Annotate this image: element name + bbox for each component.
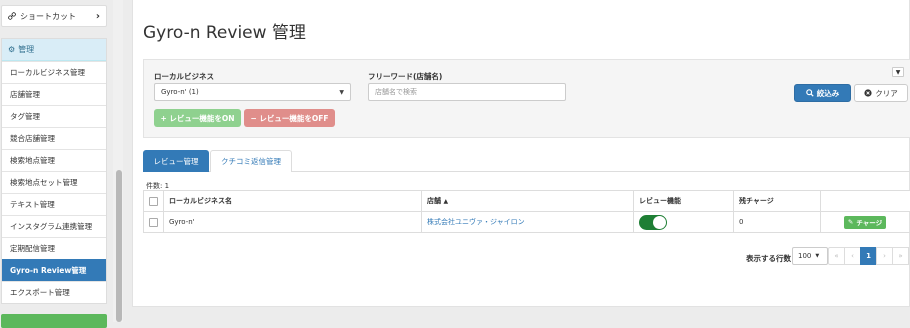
tab-kuchikomi-reply[interactable]: クチコミ返信管理 bbox=[210, 150, 292, 172]
review-table: ローカルビジネス名 店舗 ▲ レビュー機能 残チャージ Gyro-n' 株式会社… bbox=[143, 190, 910, 233]
review-toggle[interactable] bbox=[639, 215, 667, 230]
page-last-button[interactable]: » bbox=[892, 247, 909, 265]
sidebar-item-scheduled-delivery[interactable]: 定期配信管理 bbox=[2, 237, 106, 259]
sidebar-action-button[interactable] bbox=[1, 314, 107, 328]
local-business-select-value: Gyro-n' (1) bbox=[161, 88, 339, 96]
tab-review-management[interactable]: レビュー管理 bbox=[143, 150, 209, 172]
search-button[interactable]: 絞込み bbox=[794, 84, 851, 102]
row-select-cell bbox=[144, 212, 164, 233]
sidebar-item-stores[interactable]: 店舗管理 bbox=[2, 83, 106, 105]
header-local-business[interactable]: ローカルビジネス名 bbox=[164, 191, 422, 212]
sidebar-item-local-business[interactable]: ローカルビジネス管理 bbox=[2, 61, 106, 83]
sidebar-item-gyro-n-review[interactable]: Gyro-n Review管理 bbox=[2, 259, 106, 281]
header-store[interactable]: 店舗 ▲ bbox=[422, 191, 634, 212]
table-row: Gyro-n' 株式会社ユニヴァ・ジャイロン 0 ✎ チャージ bbox=[144, 212, 910, 233]
local-business-label: ローカルビジネス bbox=[154, 71, 214, 82]
sort-asc-icon: ▲ bbox=[443, 198, 448, 205]
sidebar-item-tags[interactable]: タグ管理 bbox=[2, 105, 106, 127]
pagination: « ‹ 1 › » bbox=[828, 247, 909, 265]
rows-per-page-label: 表示する行数 bbox=[746, 253, 791, 264]
rows-per-page-select[interactable]: 100 ▼ bbox=[792, 247, 828, 265]
toggle-knob bbox=[653, 216, 666, 229]
shortcut-button[interactable]: ショートカット › bbox=[1, 5, 107, 27]
clear-button-label: クリア bbox=[875, 88, 898, 99]
select-all-checkbox[interactable] bbox=[149, 197, 158, 206]
sidebar-item-instagram[interactable]: インスタグラム連携管理 bbox=[2, 215, 106, 237]
pin-icon[interactable]: ▼ bbox=[892, 67, 904, 77]
charge-button[interactable]: ✎ チャージ bbox=[844, 216, 886, 229]
freeword-input[interactable] bbox=[368, 83, 566, 101]
pencil-icon: ✎ bbox=[848, 218, 853, 226]
review-off-button[interactable]: − レビュー機能をOFF bbox=[244, 109, 335, 127]
header-store-label: 店舗 bbox=[427, 197, 441, 205]
sidebar-item-texts[interactable]: テキスト管理 bbox=[2, 193, 106, 215]
sidebar-item-search-point-sets[interactable]: 検索地点セット管理 bbox=[2, 171, 106, 193]
link-icon bbox=[8, 12, 16, 20]
cell-review-feature bbox=[634, 212, 734, 233]
caret-down-icon: ▼ bbox=[815, 253, 819, 259]
search-button-label: 絞込み bbox=[817, 88, 840, 99]
select-all-cell bbox=[144, 191, 164, 212]
cell-actions: ✎ チャージ bbox=[821, 212, 910, 233]
local-business-select[interactable]: Gyro-n' (1) ▼ bbox=[154, 83, 351, 101]
sidebar-menu: ⚙ 管理 ローカルビジネス管理 店舗管理 タグ管理 競合店舗管理 検索地点管理 … bbox=[1, 38, 107, 304]
chevron-right-icon: › bbox=[96, 11, 100, 22]
clear-icon bbox=[864, 89, 872, 97]
charge-button-label: チャージ bbox=[856, 217, 882, 227]
store-link[interactable]: 株式会社ユニヴァ・ジャイロン bbox=[427, 218, 525, 226]
table-header-row: ローカルビジネス名 店舗 ▲ レビュー機能 残チャージ bbox=[144, 191, 910, 212]
sidebar-item-export[interactable]: エクスポート管理 bbox=[2, 281, 106, 303]
clear-button[interactable]: クリア bbox=[854, 84, 908, 102]
page-current-button[interactable]: 1 bbox=[860, 247, 877, 265]
page-title: Gyro-n Review 管理 bbox=[143, 18, 306, 43]
cell-local-business: Gyro-n' bbox=[164, 212, 422, 233]
header-actions bbox=[821, 191, 910, 212]
page-prev-button[interactable]: ‹ bbox=[844, 247, 861, 265]
filter-panel: ローカルビジネス Gyro-n' (1) ▼ フリーワード(店舗名) + レビュ… bbox=[143, 59, 910, 138]
shortcut-label: ショートカット bbox=[20, 11, 96, 22]
row-checkbox[interactable] bbox=[149, 218, 158, 227]
header-remaining-charge[interactable]: 残チャージ bbox=[734, 191, 821, 212]
sidebar-item-search-points[interactable]: 検索地点管理 bbox=[2, 149, 106, 171]
review-on-button[interactable]: + レビュー機能をON bbox=[154, 109, 241, 127]
tab-bar: レビュー管理 クチコミ返信管理 bbox=[143, 150, 910, 172]
sidebar-section-header[interactable]: ⚙ 管理 bbox=[2, 39, 106, 61]
sidebar-section-label: 管理 bbox=[18, 44, 34, 55]
page-next-button[interactable]: › bbox=[876, 247, 893, 265]
header-review-feature[interactable]: レビュー機能 bbox=[634, 191, 734, 212]
freeword-label: フリーワード(店舗名) bbox=[368, 71, 442, 82]
cell-remaining-charge: 0 bbox=[734, 212, 821, 233]
sidebar: ショートカット › ⚙ 管理 ローカルビジネス管理 店舗管理 タグ管理 競合店舗… bbox=[0, 0, 110, 322]
page-first-button[interactable]: « bbox=[828, 247, 845, 265]
main-content: Gyro-n Review 管理 ローカルビジネス Gyro-n' (1) ▼ … bbox=[132, 0, 910, 307]
search-icon bbox=[806, 89, 814, 97]
caret-down-icon: ▼ bbox=[339, 89, 344, 96]
cell-store: 株式会社ユニヴァ・ジャイロン bbox=[422, 212, 634, 233]
sidebar-item-competitors[interactable]: 競合店舗管理 bbox=[2, 127, 106, 149]
sidebar-scrollbar-thumb[interactable] bbox=[116, 170, 122, 322]
rows-per-page-value: 100 bbox=[798, 252, 811, 260]
gear-icon: ⚙ bbox=[8, 45, 15, 54]
